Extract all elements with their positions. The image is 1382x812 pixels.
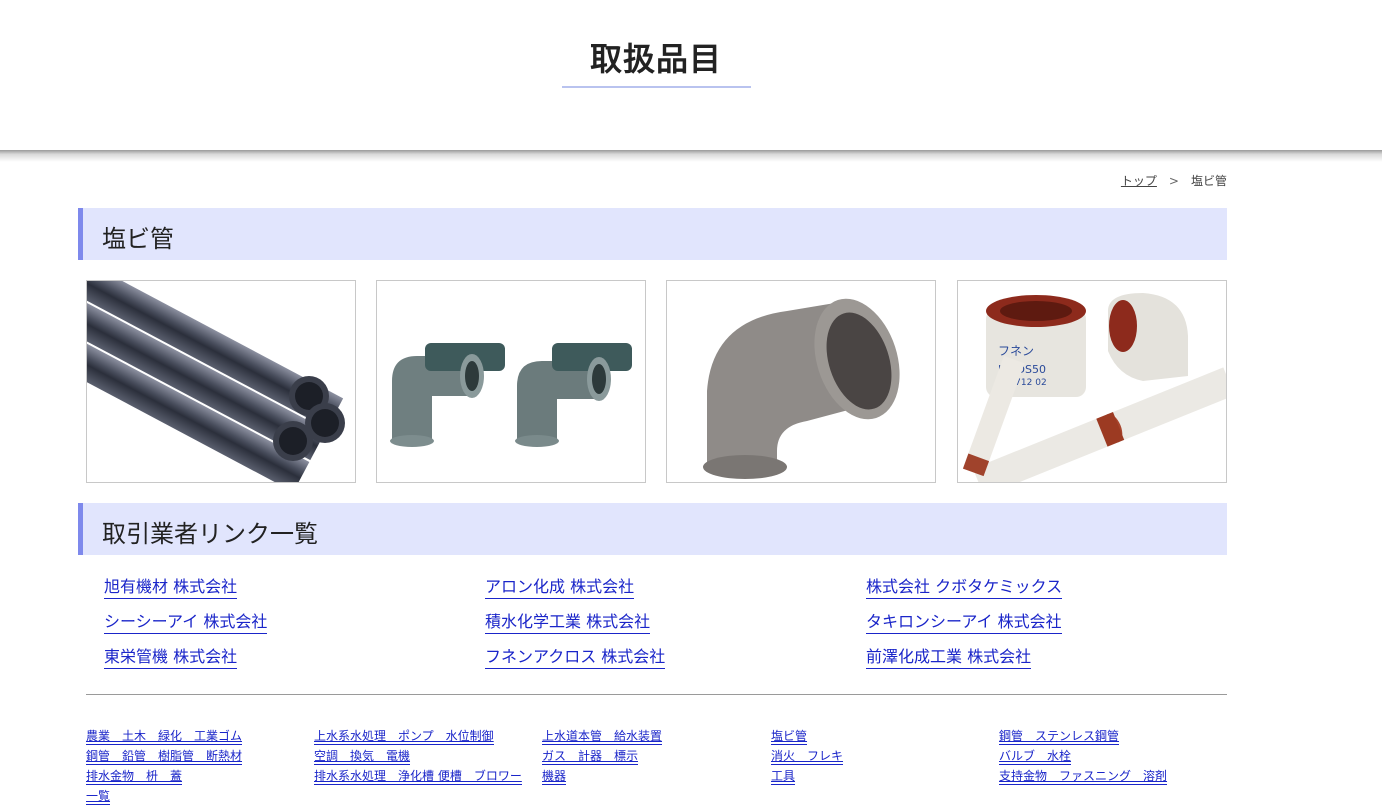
breadcrumb-current: 塩ビ管 bbox=[1190, 174, 1227, 188]
footer-link[interactable]: 農業 土木 緑化 工業ゴム bbox=[86, 729, 243, 745]
footer-link[interactable]: 鋼管 ステンレス鋼管 bbox=[999, 729, 1120, 745]
label-funen: フネン bbox=[998, 344, 1034, 358]
footer-link[interactable]: 一覧 bbox=[86, 789, 111, 805]
footer-link[interactable]: 排水金物 枡 蓋 bbox=[86, 769, 183, 785]
footer-link[interactable]: 空調 換気 電機 bbox=[314, 749, 411, 765]
category-heading-text: 塩ビ管 bbox=[102, 225, 174, 253]
footer-link[interactable]: 塩ビ管 bbox=[771, 729, 808, 745]
vendor-link[interactable]: 積水化学工業 株式会社 bbox=[485, 608, 651, 634]
vendor-link[interactable]: 旭有機材 株式会社 bbox=[104, 573, 238, 599]
breadcrumb: トップ > 塩ビ管 bbox=[1121, 172, 1227, 189]
footer-link[interactable]: 消火 フレキ bbox=[771, 749, 844, 765]
footer-link[interactable]: 鋼管 鉛管 樹脂管 断熱材 bbox=[86, 749, 243, 765]
header-shadow bbox=[0, 150, 1382, 162]
vendor-link[interactable]: フネンアクロス 株式会社 bbox=[485, 643, 666, 669]
vendor-link[interactable]: 前澤化成工業 株式会社 bbox=[866, 643, 1032, 669]
gray-pvc-elbow-image bbox=[703, 298, 900, 479]
footer-link[interactable]: 上水系水処理 ポンプ 水位制御 bbox=[314, 729, 494, 745]
page-title: 取扱品目 bbox=[589, 40, 722, 78]
vendor-link[interactable]: アロン化成 株式会社 bbox=[485, 573, 635, 599]
footer-link[interactable]: 機器 bbox=[542, 769, 567, 785]
footer-link[interactable]: 排水系水処理 浄化槽 便槽 ブロワー bbox=[314, 769, 522, 785]
gray-pvc-elbow-photo[interactable] bbox=[666, 280, 936, 483]
pvc-pipes-image bbox=[87, 281, 345, 482]
vendor-link[interactable]: タキロンシーアイ 株式会社 bbox=[866, 608, 1062, 634]
lined-pipe-fittings-photo[interactable]: フネン HT DS50 110712 02 bbox=[957, 280, 1227, 483]
footer-link[interactable]: 支持金物 ファスニング 溶剤 bbox=[999, 769, 1168, 785]
page-header: 取扱品目 bbox=[0, 0, 1382, 150]
footer-link[interactable]: バルブ 水栓 bbox=[999, 749, 1072, 765]
vendor-link[interactable]: 東栄管機 株式会社 bbox=[104, 643, 238, 669]
footer-link[interactable]: 上水道本管 給水装置 bbox=[542, 729, 663, 745]
footer-divider bbox=[86, 694, 1227, 695]
pvc-elbow-fittings-image bbox=[390, 343, 632, 447]
lined-pipe-fittings-image: フネン HT DS50 110712 02 bbox=[962, 293, 1226, 482]
category-heading: 塩ビ管 bbox=[78, 208, 1227, 260]
vendor-link[interactable]: 株式会社 クボタケミックス bbox=[866, 573, 1063, 599]
footer-link[interactable]: ガス 計器 標示 bbox=[542, 749, 639, 765]
pvc-elbow-fittings-photo[interactable] bbox=[376, 280, 646, 483]
vendors-heading-text: 取引業者リンク一覧 bbox=[102, 520, 318, 548]
title-underline bbox=[562, 86, 751, 88]
breadcrumb-separator: > bbox=[1168, 174, 1179, 188]
breadcrumb-top-link[interactable]: トップ bbox=[1121, 174, 1157, 188]
vendor-link[interactable]: シーシーアイ 株式会社 bbox=[104, 608, 268, 634]
vendors-heading: 取引業者リンク一覧 bbox=[78, 503, 1227, 555]
pvc-pipes-photo[interactable] bbox=[86, 280, 356, 483]
footer-link[interactable]: 工具 bbox=[771, 769, 796, 785]
